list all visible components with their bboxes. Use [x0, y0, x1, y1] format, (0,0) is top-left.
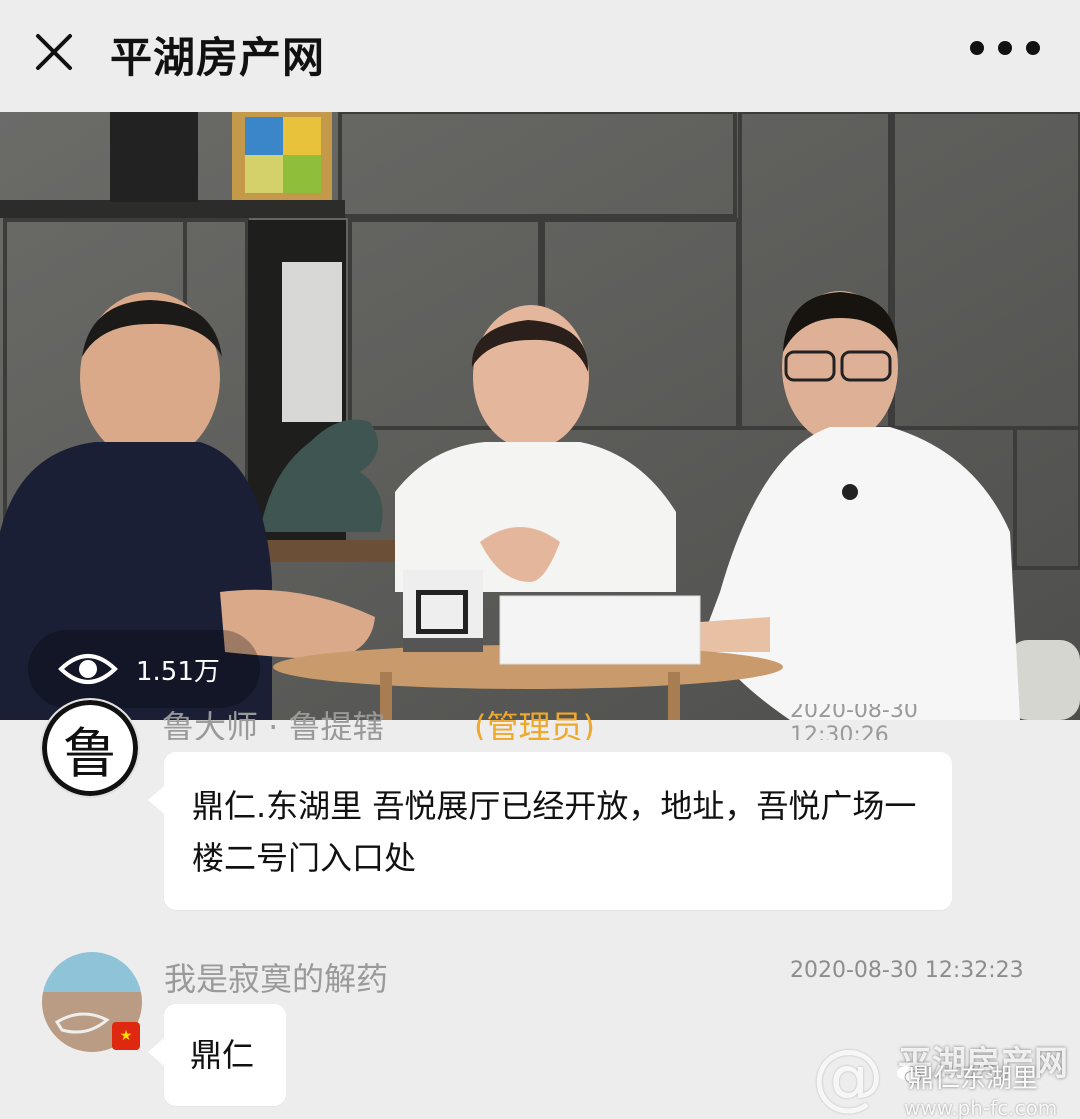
message-author: 我是寂寞的解药	[164, 960, 389, 998]
message-header: 鲁大师 · 鲁提辖 (管理员) 2020-08-30 12:30:26	[162, 704, 982, 740]
message-time: 2020-08-30 12:30:26	[790, 704, 918, 740]
view-count: 1.51万	[136, 656, 220, 687]
avatar[interactable]: 鲁	[40, 698, 140, 798]
watermark-project: 鼎仁东湖里	[908, 1064, 1039, 1094]
live-stream-frame	[0, 112, 1080, 720]
watermark-url: www.ph-fc.com	[904, 1096, 1058, 1119]
live-video-player[interactable]: 1.51万	[0, 112, 1080, 720]
message-author: 鲁大师 · 鲁提辖	[162, 708, 385, 740]
top-bar: 平湖房产网	[0, 0, 1080, 112]
more-dots-icon[interactable]	[970, 30, 1040, 66]
view-counter: 1.51万	[28, 630, 260, 708]
flag-icon: ★	[112, 1022, 140, 1050]
eye-icon	[58, 654, 118, 684]
message-bubble[interactable]: 鼎仁	[148, 1004, 286, 1106]
message-time: 2020-08-30 12:32:23	[790, 958, 1024, 983]
close-icon[interactable]	[28, 26, 80, 78]
avatar-char: 鲁	[42, 700, 138, 796]
role-badge: (管理员)	[474, 708, 595, 740]
watermark: @ 平湖房产网 鼎仁东湖里 www.ph-fc.com	[812, 1030, 1080, 1119]
page-title: 平湖房产网	[110, 33, 326, 82]
message-bubble[interactable]: 鼎仁.东湖里 吾悦展厅已经开放，地址，吾悦广场一楼二号门入口处	[148, 752, 952, 910]
at-logo-icon: @	[812, 1034, 884, 1118]
